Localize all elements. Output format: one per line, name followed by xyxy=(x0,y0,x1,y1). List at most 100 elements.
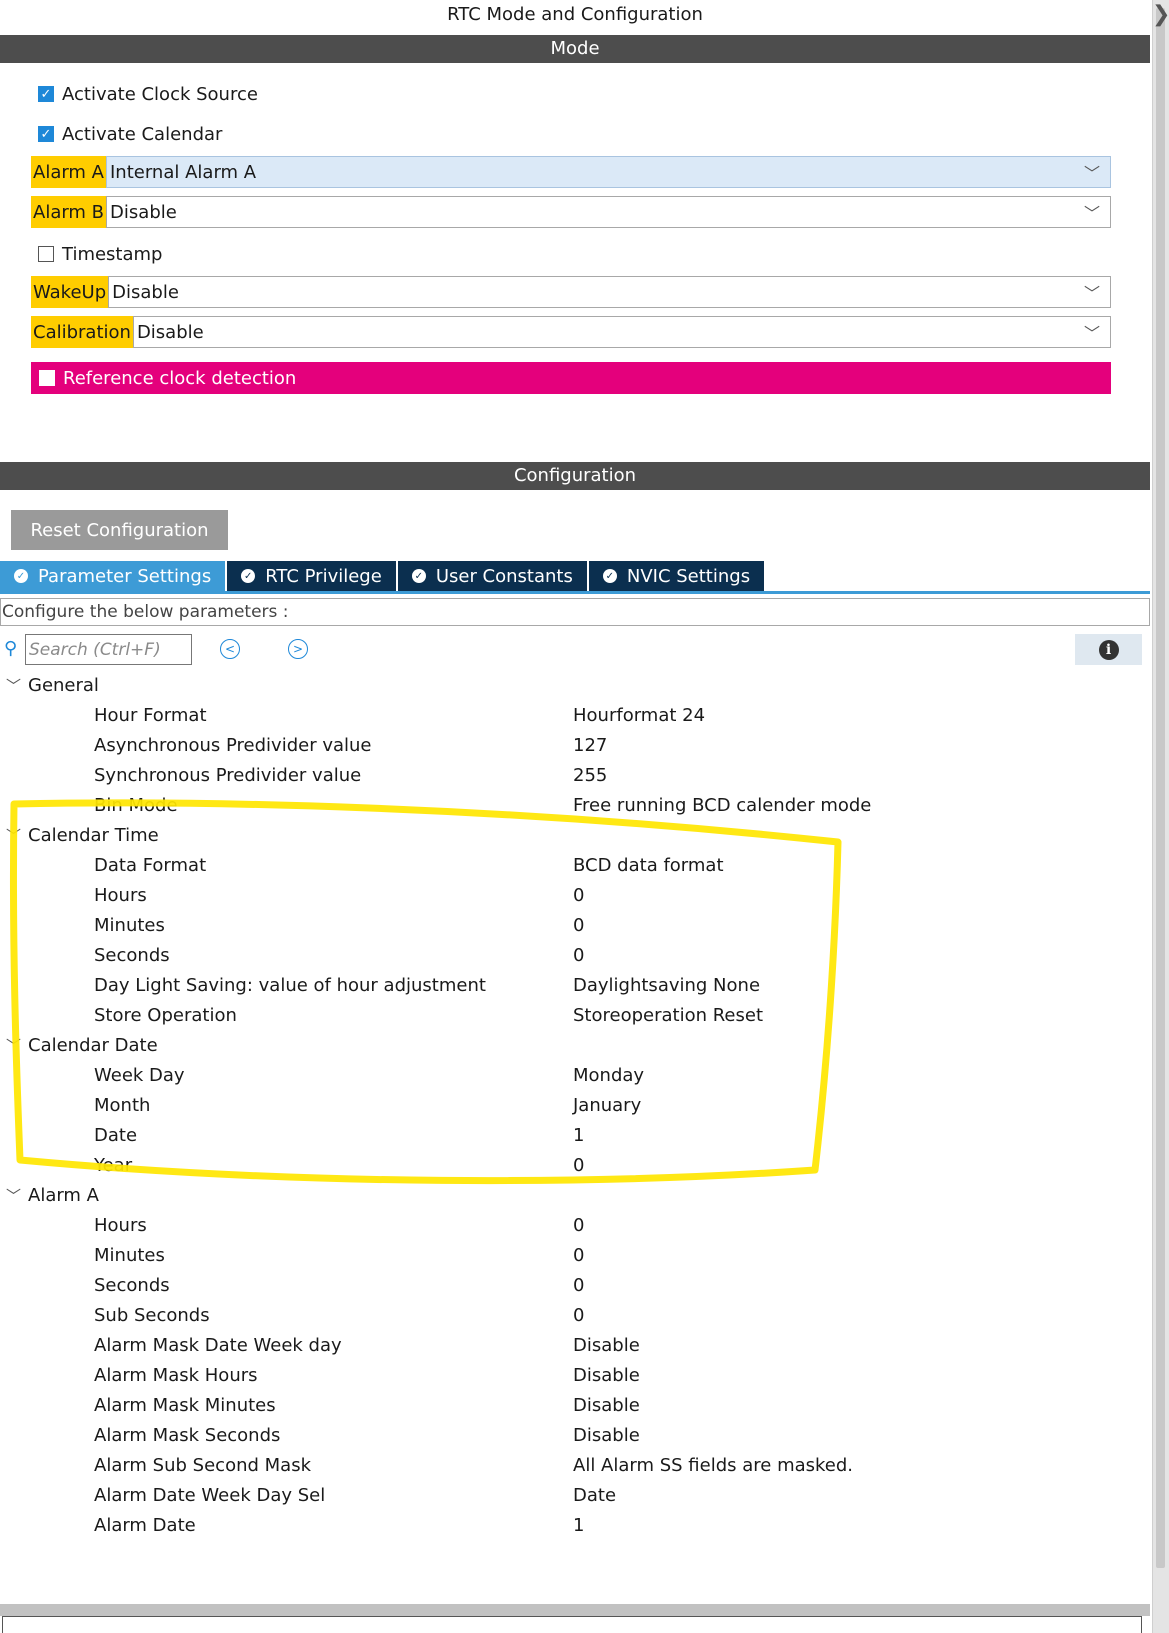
reset-configuration-button[interactable]: Reset Configuration xyxy=(11,510,228,550)
alarm-a-selected-value: Internal Alarm A xyxy=(110,161,257,183)
chevron-down-icon[interactable]: ﹀ xyxy=(1084,320,1100,344)
param-value: 0 xyxy=(573,914,585,936)
param-value: All Alarm SS fields are masked. xyxy=(573,1454,854,1476)
next-result-icon[interactable]: > xyxy=(288,639,308,659)
alarm-a-dropdown[interactable]: Internal Alarm A ﹀ xyxy=(106,156,1111,188)
group-calendar-date[interactable]: ﹀ Calendar Date xyxy=(0,1030,1150,1060)
info-icon: i xyxy=(1098,639,1119,660)
vertical-scrollbar[interactable] xyxy=(1152,0,1169,1633)
info-button[interactable]: i xyxy=(1075,634,1142,665)
calibration-label: Calibration xyxy=(31,316,133,348)
chevron-down-icon[interactable]: ﹀ xyxy=(1084,280,1100,304)
param-value: Daylightsaving None xyxy=(573,974,761,996)
param-name: Day Light Saving: value of hour adjustme… xyxy=(94,974,486,996)
calibration-selected-value: Disable xyxy=(136,321,204,343)
chevron-down-icon[interactable]: ﹀ xyxy=(6,675,28,696)
tab-user-constants[interactable]: ✓ User Constants xyxy=(397,561,589,591)
group-title: Calendar Date xyxy=(28,1034,158,1056)
chevron-right-icon: ❯ xyxy=(1152,2,1169,27)
reference-clock-detection-checkbox[interactable]: Reference clock detection xyxy=(31,362,1111,394)
checkbox-checked-icon: ✓ xyxy=(38,126,54,142)
param-row[interactable]: Store Operation Storeoperation Reset xyxy=(0,1000,1150,1030)
param-row[interactable]: Alarm Date Week Day Sel Date xyxy=(0,1480,1150,1510)
param-row[interactable]: Hours 0 xyxy=(0,1210,1150,1240)
param-name: Month xyxy=(94,1094,151,1116)
wakeup-selected-value: Disable xyxy=(112,281,179,303)
timestamp-checkbox[interactable]: Timestamp xyxy=(38,241,162,267)
param-row[interactable]: Alarm Mask Date Week day Disable xyxy=(0,1330,1150,1360)
param-name: Year xyxy=(94,1154,133,1176)
wakeup-label: WakeUp xyxy=(31,276,109,308)
wakeup-dropdown[interactable]: Disable ﹀ xyxy=(108,276,1111,308)
param-row[interactable]: Date 1 xyxy=(0,1120,1150,1150)
checkbox-label: Activate Clock Source xyxy=(62,83,258,105)
group-general[interactable]: ﹀ General xyxy=(0,670,1150,700)
param-value: 0 xyxy=(573,1274,585,1296)
param-name: Asynchronous Predivider value xyxy=(94,734,372,756)
param-row[interactable]: Alarm Date 1 xyxy=(0,1510,1150,1540)
param-row[interactable]: Hour Format Hourformat 24 xyxy=(0,700,1150,730)
param-value: 1 xyxy=(573,1514,585,1536)
param-value: Hourformat 24 xyxy=(573,704,706,726)
tab-parameter-settings[interactable]: ✓ Parameter Settings xyxy=(0,561,228,591)
param-row[interactable]: Hours 0 xyxy=(0,880,1150,910)
param-row[interactable]: Seconds 0 xyxy=(0,1270,1150,1300)
param-row[interactable]: Seconds 0 xyxy=(0,940,1150,970)
checkbox-checked-icon: ✓ xyxy=(38,86,54,102)
param-name: Data Format xyxy=(94,854,207,876)
param-value: Disable xyxy=(573,1334,640,1356)
checkbox-unchecked-icon xyxy=(38,246,54,262)
checkbox-label: Activate Calendar xyxy=(62,123,223,145)
param-value: 0 xyxy=(573,1304,585,1326)
param-row[interactable]: Data Format BCD data format xyxy=(0,850,1150,880)
param-value: Disable xyxy=(573,1364,640,1386)
param-row[interactable]: Synchronous Predivider value 255 xyxy=(0,760,1150,790)
mode-section-header: Mode xyxy=(0,35,1150,63)
activate-clock-source-checkbox[interactable]: ✓ Activate Clock Source xyxy=(38,81,258,107)
param-name: Week Day xyxy=(94,1064,185,1086)
param-value: Disable xyxy=(573,1394,640,1416)
param-row[interactable]: Week Day Monday xyxy=(0,1060,1150,1090)
alarm-b-dropdown[interactable]: Disable ﹀ xyxy=(106,196,1111,228)
chevron-down-icon[interactable]: ﹀ xyxy=(6,825,28,846)
param-value: Monday xyxy=(573,1064,645,1086)
param-row[interactable]: Alarm Mask Seconds Disable xyxy=(0,1420,1150,1450)
search-input[interactable] xyxy=(25,634,192,665)
tab-nvic-settings[interactable]: ✓ NVIC Settings xyxy=(588,561,767,591)
param-name: Alarm Mask Minutes xyxy=(94,1394,276,1416)
scrollbar-thumb[interactable] xyxy=(1156,8,1165,1568)
bottom-divider xyxy=(0,1604,1150,1616)
tab-rtc-privilege[interactable]: ✓ RTC Privilege xyxy=(227,561,398,591)
param-value: 1 xyxy=(573,1124,585,1146)
param-row[interactable]: Month January xyxy=(0,1090,1150,1120)
param-row[interactable]: Minutes 0 xyxy=(0,1240,1150,1270)
chevron-down-icon[interactable]: ﹀ xyxy=(1084,160,1100,184)
param-name: Seconds xyxy=(94,944,170,966)
search-bar: ⚲ < > i xyxy=(0,634,1150,666)
tab-label: RTC Privilege xyxy=(265,565,382,587)
param-row[interactable]: Minutes 0 xyxy=(0,910,1150,940)
param-row[interactable]: Day Light Saving: value of hour adjustme… xyxy=(0,970,1150,1000)
chevron-down-icon[interactable]: ﹀ xyxy=(1084,200,1100,224)
alarm-b-select-row: Alarm B Disable ﹀ xyxy=(31,196,1111,228)
param-row[interactable]: Year 0 xyxy=(0,1150,1150,1180)
group-alarm-a[interactable]: ﹀ Alarm A xyxy=(0,1180,1150,1210)
group-calendar-time[interactable]: ﹀ Calendar Time xyxy=(0,820,1150,850)
activate-calendar-checkbox[interactable]: ✓ Activate Calendar xyxy=(38,121,222,147)
chevron-down-icon[interactable]: ﹀ xyxy=(6,1035,28,1056)
previous-result-icon[interactable]: < xyxy=(220,639,240,659)
param-row[interactable]: Alarm Mask Minutes Disable xyxy=(0,1390,1150,1420)
param-value: Free running BCD calender mode xyxy=(573,794,872,816)
group-title: General xyxy=(28,674,99,696)
param-row[interactable]: Asynchronous Predivider value 127 xyxy=(0,730,1150,760)
calibration-dropdown[interactable]: Disable ﹀ xyxy=(132,316,1111,348)
param-name: Alarm Mask Seconds xyxy=(94,1424,281,1446)
param-name: Alarm Date xyxy=(94,1514,196,1536)
chevron-down-icon[interactable]: ﹀ xyxy=(6,1185,28,1206)
alarm-a-label: Alarm A xyxy=(31,156,106,188)
param-row[interactable]: Sub Seconds 0 xyxy=(0,1300,1150,1330)
param-row[interactable]: Alarm Sub Second Mask All Alarm SS fields… xyxy=(0,1450,1150,1480)
param-row[interactable]: Bin Mode Free running BCD calender mode xyxy=(0,790,1150,820)
param-name: Hour Format xyxy=(94,704,207,726)
param-row[interactable]: Alarm Mask Hours Disable xyxy=(0,1360,1150,1390)
